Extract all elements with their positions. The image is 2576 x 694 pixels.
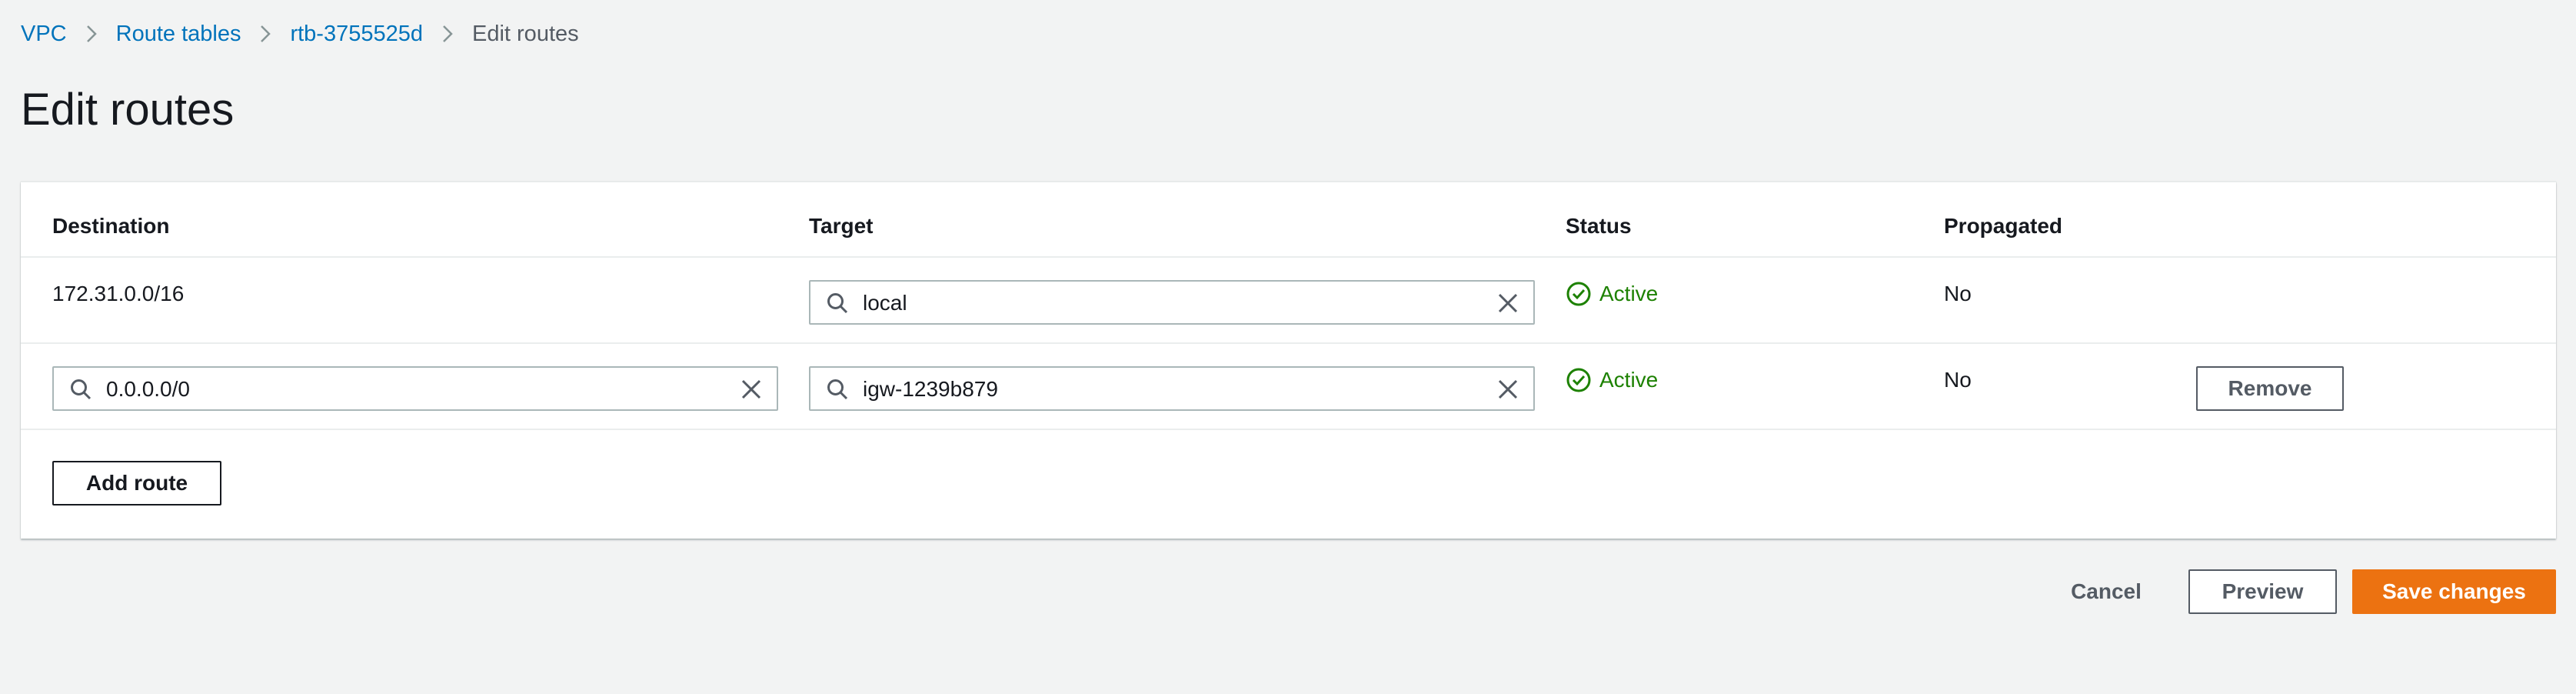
- destination-input[interactable]: 0.0.0.0/0: [52, 366, 778, 411]
- chevron-right-icon: [423, 20, 472, 48]
- target-input[interactable]: local: [809, 280, 1535, 325]
- target-input-value: local: [863, 291, 907, 315]
- status-badge: Active: [1566, 281, 1658, 307]
- breadcrumb-link-route-tables[interactable]: Route tables: [116, 20, 241, 48]
- status-text: Active: [1599, 368, 1659, 392]
- breadcrumb-link-route-table-id[interactable]: rtb-3755525d: [290, 20, 423, 48]
- breadcrumb-current: Edit routes: [472, 22, 579, 46]
- search-icon: [827, 293, 848, 314]
- status-text: Active: [1599, 282, 1659, 305]
- chevron-right-icon: [241, 20, 290, 48]
- propagated-value: No: [1944, 282, 1972, 305]
- status-badge: Active: [1566, 367, 1658, 393]
- check-circle-icon: [1566, 368, 1591, 392]
- propagated-value: No: [1944, 368, 1972, 392]
- table-row: 172.31.0.0/16 local Active No: [21, 258, 2556, 344]
- close-icon[interactable]: [740, 378, 763, 401]
- routes-table: Destination Target Status Propagated 172…: [21, 182, 2556, 539]
- save-changes-button[interactable]: Save changes: [2352, 569, 2556, 614]
- column-header-destination: Destination: [52, 214, 170, 238]
- breadcrumb: VPC Route tables rtb-3755525d Edit route…: [21, 20, 579, 48]
- search-icon: [827, 379, 848, 400]
- destination-value: 172.31.0.0/16: [52, 282, 185, 305]
- search-icon: [71, 379, 92, 400]
- column-header-status: Status: [1566, 214, 1632, 238]
- column-header-propagated: Propagated: [1944, 214, 2063, 238]
- remove-route-button[interactable]: Remove: [2196, 366, 2344, 411]
- check-circle-icon: [1566, 282, 1591, 306]
- breadcrumb-link-vpc[interactable]: VPC: [21, 20, 67, 48]
- add-route-button[interactable]: Add route: [52, 461, 221, 505]
- chevron-right-icon: [67, 20, 116, 48]
- close-icon[interactable]: [1496, 378, 1519, 401]
- table-header: Destination Target Status Propagated: [21, 182, 2556, 258]
- close-icon[interactable]: [1496, 292, 1519, 315]
- page-title: Edit routes: [21, 85, 235, 135]
- target-input-value: igw-1239b879: [863, 377, 998, 401]
- table-row: 0.0.0.0/0 igw-1239b879 Active No Remove: [21, 344, 2556, 430]
- cancel-button[interactable]: Cancel: [2050, 569, 2162, 614]
- preview-button[interactable]: Preview: [2188, 569, 2337, 614]
- destination-input-value: 0.0.0.0/0: [106, 377, 190, 401]
- target-input[interactable]: igw-1239b879: [809, 366, 1535, 411]
- column-header-target: Target: [809, 214, 874, 238]
